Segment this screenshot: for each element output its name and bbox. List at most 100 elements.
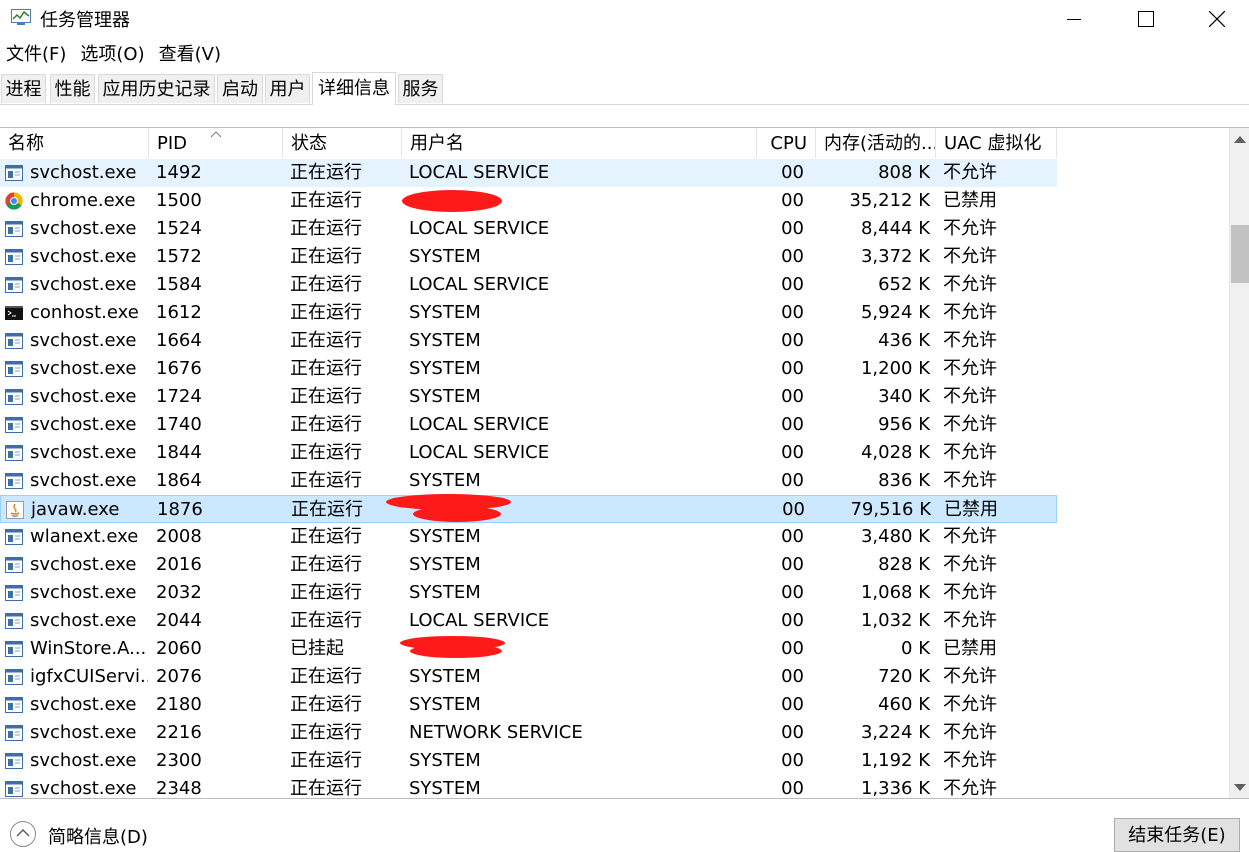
column-header-name[interactable]: 名称 bbox=[0, 128, 149, 158]
sort-ascending-icon bbox=[210, 131, 222, 138]
table-row[interactable]: svchost.exe 2032 正在运行 SYSTEM 00 1,068 K 不允许 bbox=[0, 579, 1057, 607]
column-header-username[interactable]: 用户名 bbox=[402, 128, 757, 158]
tab-performance[interactable]: 性能 bbox=[50, 74, 95, 103]
process-status: 正在运行 bbox=[291, 499, 363, 520]
process-name: svchost.exe bbox=[30, 582, 137, 603]
table-row[interactable]: conhost.exe 1612 正在运行 SYSTEM 00 5,924 K 不允许 bbox=[0, 299, 1057, 327]
tab-services[interactable]: 服务 bbox=[398, 74, 443, 103]
table-row[interactable]: svchost.exe 2300 正在运行 SYSTEM 00 1,192 K 不允许 bbox=[0, 747, 1057, 775]
tab-app-history[interactable]: 应用历史记录 bbox=[98, 74, 215, 103]
service-icon bbox=[5, 612, 23, 630]
process-cpu: 00 bbox=[781, 330, 804, 351]
table-row[interactable]: svchost.exe 1584 正在运行 LOCAL SERVICE 00 652 K 不… bbox=[0, 271, 1057, 299]
table-row[interactable]: svchost.exe 1740 正在运行 LOCAL SERVICE 00 956 K 不… bbox=[0, 411, 1057, 439]
table-row[interactable]: svchost.exe 1572 正在运行 SYSTEM 00 3,372 K 不允许 bbox=[0, 243, 1057, 271]
table-row[interactable]: svchost.exe 2016 正在运行 SYSTEM 00 828 K 不允许 bbox=[0, 551, 1057, 579]
minimize-button[interactable] bbox=[1039, 0, 1109, 38]
process-pid: 2180 bbox=[156, 694, 202, 715]
process-pid: 1500 bbox=[156, 190, 202, 211]
service-icon bbox=[5, 248, 23, 266]
process-memory: 956 K bbox=[878, 414, 930, 435]
table-row[interactable]: javaw.exe 1876 正在运行 00 79,516 K 已禁用 bbox=[0, 494, 1057, 523]
close-button[interactable] bbox=[1182, 0, 1249, 38]
process-uac: 不允许 bbox=[943, 386, 997, 407]
process-cpu: 00 bbox=[781, 246, 804, 267]
table-row[interactable]: svchost.exe 2216 正在运行 NETWORK SERVICE 00 3,22… bbox=[0, 719, 1057, 747]
process-name: svchost.exe bbox=[30, 470, 137, 491]
end-task-button[interactable]: 结束任务(E) bbox=[1114, 818, 1240, 852]
process-name: wlanext.exe bbox=[30, 526, 139, 547]
table-row[interactable]: svchost.exe 1664 正在运行 SYSTEM 00 436 K 不允许 bbox=[0, 327, 1057, 355]
column-header-pid-label: PID bbox=[157, 133, 188, 154]
process-cpu: 00 bbox=[781, 694, 804, 715]
menu-view[interactable]: 查看(V) bbox=[153, 40, 229, 70]
process-pid: 1864 bbox=[156, 470, 202, 491]
process-status: 正在运行 bbox=[290, 330, 362, 351]
column-header-cpu[interactable]: CPU bbox=[757, 128, 816, 158]
column-header-memory[interactable]: 内存(活动的... bbox=[816, 128, 936, 158]
process-username: NETWORK SERVICE bbox=[409, 722, 583, 743]
process-pid: 1572 bbox=[156, 246, 202, 267]
process-status: 正在运行 bbox=[290, 190, 362, 211]
service-icon bbox=[5, 556, 23, 574]
process-pid: 1876 bbox=[157, 499, 203, 520]
process-uac: 不允许 bbox=[943, 526, 997, 547]
process-cpu: 00 bbox=[781, 526, 804, 547]
table-row[interactable]: svchost.exe 2044 正在运行 LOCAL SERVICE 00 1,032 … bbox=[0, 607, 1057, 635]
menu-options[interactable]: 选项(O) bbox=[74, 40, 152, 70]
process-name: svchost.exe bbox=[30, 414, 137, 435]
column-header-cpu-label: CPU bbox=[770, 133, 807, 154]
column-header-uac-label: UAC 虚拟化 bbox=[944, 133, 1042, 154]
table-row[interactable]: chrome.exe 1500 正在运行 00 35,212 K 已禁用 bbox=[0, 187, 1057, 215]
table-row[interactable]: igfxCUIServi... 2076 正在运行 SYSTEM 00 720 K 不允许 bbox=[0, 663, 1057, 691]
console-icon bbox=[5, 304, 23, 322]
scrollbar-thumb[interactable] bbox=[1231, 225, 1249, 283]
process-memory: 1,032 K bbox=[860, 610, 930, 631]
process-name: svchost.exe bbox=[30, 218, 137, 239]
java-icon bbox=[6, 501, 24, 519]
process-name: svchost.exe bbox=[30, 694, 137, 715]
column-header-uac[interactable]: UAC 虚拟化 bbox=[936, 128, 1057, 158]
process-pid: 1492 bbox=[156, 162, 202, 183]
tab-details[interactable]: 详细信息 bbox=[312, 72, 396, 105]
process-username: SYSTEM bbox=[409, 246, 481, 267]
table-row[interactable]: svchost.exe 1492 正在运行 LOCAL SERVICE 00 808 K 不… bbox=[0, 159, 1057, 187]
process-memory: 1,068 K bbox=[860, 582, 930, 603]
fewer-details-button[interactable] bbox=[10, 821, 36, 847]
process-username: SYSTEM bbox=[409, 386, 481, 407]
table-row[interactable]: WinStore.A... 2060 已挂起 00 0 K 已禁用 bbox=[0, 635, 1057, 663]
tab-users[interactable]: 用户 bbox=[265, 74, 310, 103]
process-status: 正在运行 bbox=[290, 778, 362, 799]
process-cpu: 00 bbox=[781, 302, 804, 323]
process-memory: 3,224 K bbox=[860, 722, 930, 743]
table-row[interactable]: svchost.exe 1676 正在运行 SYSTEM 00 1,200 K 不允许 bbox=[0, 355, 1057, 383]
tab-processes[interactable]: 进程 bbox=[1, 74, 46, 103]
tab-startup[interactable]: 启动 bbox=[217, 74, 263, 103]
process-uac: 不允许 bbox=[943, 442, 997, 463]
menu-file[interactable]: 文件(F) bbox=[0, 40, 74, 70]
column-header-status[interactable]: 状态 bbox=[283, 128, 402, 158]
vertical-scrollbar[interactable] bbox=[1229, 128, 1249, 799]
table-row[interactable]: svchost.exe 2348 正在运行 SYSTEM 00 1,336 K 不允许 bbox=[0, 775, 1057, 799]
process-username: LOCAL SERVICE bbox=[409, 218, 550, 239]
table-row[interactable]: svchost.exe 2180 正在运行 SYSTEM 00 460 K 不允许 bbox=[0, 691, 1057, 719]
process-pid: 1584 bbox=[156, 274, 202, 295]
fewer-details-link[interactable]: 简略信息(D) bbox=[48, 823, 148, 849]
process-memory: 460 K bbox=[878, 694, 930, 715]
process-name: svchost.exe bbox=[30, 554, 137, 575]
scroll-up-arrow-icon[interactable] bbox=[1234, 136, 1246, 143]
process-pid: 1844 bbox=[156, 442, 202, 463]
table-row[interactable]: svchost.exe 1844 正在运行 LOCAL SERVICE 00 4,028 … bbox=[0, 439, 1057, 467]
service-icon bbox=[5, 584, 23, 602]
process-name: svchost.exe bbox=[30, 330, 137, 351]
scroll-down-arrow-icon[interactable] bbox=[1234, 784, 1246, 791]
maximize-button[interactable] bbox=[1111, 0, 1181, 38]
process-memory: 79,516 K bbox=[850, 499, 931, 520]
process-pid: 2060 bbox=[156, 638, 202, 659]
table-row[interactable]: svchost.exe 1524 正在运行 LOCAL SERVICE 00 8,444 … bbox=[0, 215, 1057, 243]
table-row[interactable]: svchost.exe 1724 正在运行 SYSTEM 00 340 K 不允许 bbox=[0, 383, 1057, 411]
table-row[interactable]: wlanext.exe 2008 正在运行 SYSTEM 00 3,480 K 不允许 bbox=[0, 523, 1057, 551]
process-name: svchost.exe bbox=[30, 722, 137, 743]
process-uac: 不允许 bbox=[943, 162, 997, 183]
table-row[interactable]: svchost.exe 1864 正在运行 SYSTEM 00 836 K 不允许 bbox=[0, 467, 1057, 495]
